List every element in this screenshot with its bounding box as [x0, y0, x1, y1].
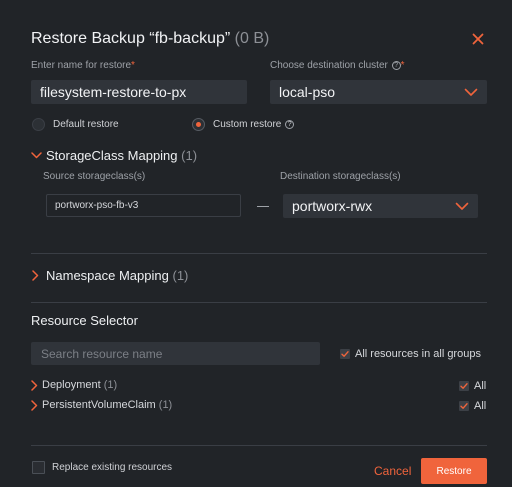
checkmark-icon: [460, 383, 468, 389]
storageclass-mapping-title: StorageClass Mapping: [46, 148, 178, 163]
default-restore-radio[interactable]: [32, 118, 45, 131]
group-all-checkbox[interactable]: [459, 401, 469, 411]
chevron-right-icon[interactable]: [31, 270, 40, 281]
required-mark: *: [400, 60, 405, 71]
mapping-dash: [257, 206, 269, 207]
default-restore-label[interactable]: Default restore: [53, 119, 119, 130]
search-resource-input[interactable]: Search resource name: [31, 342, 320, 365]
chevron-down-icon: [455, 202, 469, 210]
restore-button[interactable]: Restore: [421, 458, 487, 484]
destination-storageclass-select[interactable]: portworx-rwx: [283, 194, 478, 218]
group-deployment[interactable]: Deployment (1): [42, 379, 117, 391]
cancel-button[interactable]: Cancel: [374, 464, 411, 478]
all-resources-checkbox[interactable]: [340, 349, 350, 359]
restore-name-value: filesystem-restore-to-px: [40, 84, 187, 100]
chevron-right-icon[interactable]: [30, 380, 39, 391]
custom-restore-label-text: Custom restore: [213, 119, 282, 130]
custom-restore-radio[interactable]: [192, 118, 205, 131]
restore-button-label: Restore: [436, 465, 472, 477]
source-storageclass-value: portworx-pso-fb-v3: [55, 200, 139, 211]
namespace-mapping-header[interactable]: Namespace Mapping (1): [46, 268, 188, 283]
destination-cluster-label: Choose destination cluster ? *: [270, 60, 405, 71]
destination-cluster-label-text: Choose destination cluster: [270, 60, 388, 71]
destination-storageclass-value: portworx-rwx: [292, 198, 373, 214]
restore-name-label: Enter name for restore*: [31, 60, 135, 71]
source-storageclass-label: Source storageclass(s): [43, 171, 146, 182]
group-name: Deployment: [42, 379, 101, 391]
chevron-right-icon[interactable]: [30, 400, 39, 411]
resource-selector-title: Resource Selector: [31, 313, 138, 328]
checkmark-icon: [460, 403, 468, 409]
namespace-mapping-title: Namespace Mapping: [46, 268, 169, 283]
group-all-checkbox[interactable]: [459, 381, 469, 391]
chevron-down-icon[interactable]: [31, 151, 42, 160]
help-icon[interactable]: ?: [391, 61, 401, 70]
checkmark-icon: [341, 351, 349, 357]
group-count: (1): [103, 379, 118, 391]
required-mark: *: [131, 60, 135, 71]
storageclass-mapping-header[interactable]: StorageClass Mapping (1): [46, 148, 197, 163]
restore-name-input[interactable]: filesystem-restore-to-px: [31, 80, 247, 104]
group-persistentvolumeclaim[interactable]: PersistentVolumeClaim (1): [42, 399, 172, 411]
storageclass-mapping-count: (1): [181, 148, 198, 163]
group-count: (1): [158, 399, 173, 411]
restore-name-label-text: Enter name for restore: [31, 60, 132, 71]
destination-cluster-value: local-pso: [279, 84, 336, 100]
replace-existing-checkbox[interactable]: [32, 461, 45, 474]
group-all-label[interactable]: All: [474, 380, 486, 392]
restore-backup-dialog: Restore Backup “fb-backup” (0 B) Enter n…: [0, 0, 512, 487]
chevron-down-icon: [464, 88, 478, 96]
source-storageclass-field[interactable]: portworx-pso-fb-v3: [46, 194, 241, 217]
namespace-mapping-count: (1): [172, 268, 189, 283]
section-divider: [31, 302, 487, 303]
replace-existing-label[interactable]: Replace existing resources: [52, 462, 172, 473]
search-resource-placeholder: Search resource name: [41, 346, 163, 361]
dialog-title-text: Restore Backup “fb-backup”: [31, 30, 231, 47]
close-icon[interactable]: [470, 31, 486, 47]
destination-storageclass-label: Destination storageclass(s): [280, 171, 401, 182]
all-resources-label[interactable]: All resources in all groups: [355, 348, 481, 360]
dialog-title: Restore Backup “fb-backup” (0 B): [31, 30, 269, 48]
group-all-label[interactable]: All: [474, 400, 486, 412]
help-icon[interactable]: ?: [285, 120, 295, 129]
custom-restore-label[interactable]: Custom restore ?: [213, 119, 295, 130]
group-name: PersistentVolumeClaim: [42, 399, 156, 411]
section-divider: [31, 253, 487, 254]
destination-cluster-select[interactable]: local-pso: [270, 80, 487, 104]
footer-divider: [31, 445, 487, 446]
dialog-title-size: (0 B): [234, 30, 270, 47]
